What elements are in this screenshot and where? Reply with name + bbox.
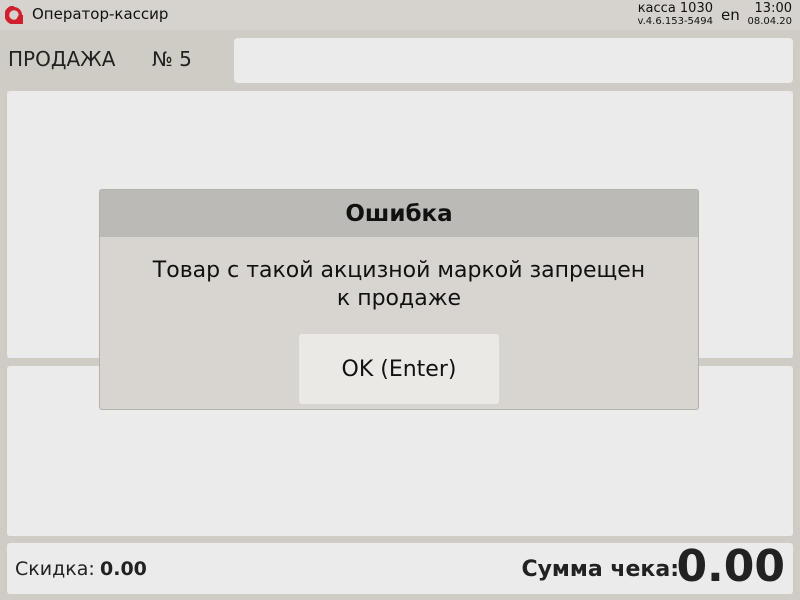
dialog-message-line1: Товар с такой акцизной маркой запрещен: [152, 258, 646, 283]
clock-date: 08.04.20: [747, 16, 792, 27]
footer: Скидка: 0.00 Сумма чека: 0.00: [7, 541, 793, 594]
sale-title: ПРОДАЖА: [8, 47, 116, 71]
register-info: касса 1030 v.4.6.153-5494: [637, 1, 713, 28]
total-value: 0.00: [676, 541, 785, 592]
dialog-message: Товар с такой акцизной маркой запрещен к…: [100, 257, 698, 313]
dialog-message-line2: к продаже: [336, 286, 462, 311]
top-bar: Оператор-кассир касса 1030 v.4.6.153-549…: [0, 0, 800, 30]
dialog-header: Ошибка: [100, 190, 698, 237]
error-dialog: Ошибка Товар с такой акцизной маркой зап…: [99, 189, 699, 410]
app-logo-icon: [5, 6, 23, 24]
total-label: Сумма чека:: [521, 557, 679, 582]
ok-button[interactable]: OK (Enter): [299, 334, 499, 404]
clock-time: 13:00: [754, 1, 792, 16]
app-version: v.4.6.153-5494: [637, 16, 713, 27]
discount-label: Скидка:: [15, 558, 95, 580]
discount-value: 0.00: [100, 558, 147, 580]
register-name: касса 1030: [637, 1, 713, 16]
app-title: Оператор-кассир: [32, 5, 169, 23]
language-switch[interactable]: en: [721, 6, 740, 24]
clock: 13:00 08.04.20: [747, 0, 792, 28]
sale-number: № 5: [152, 47, 192, 71]
dialog-title: Ошибка: [345, 200, 453, 227]
barcode-input[interactable]: [234, 38, 793, 83]
